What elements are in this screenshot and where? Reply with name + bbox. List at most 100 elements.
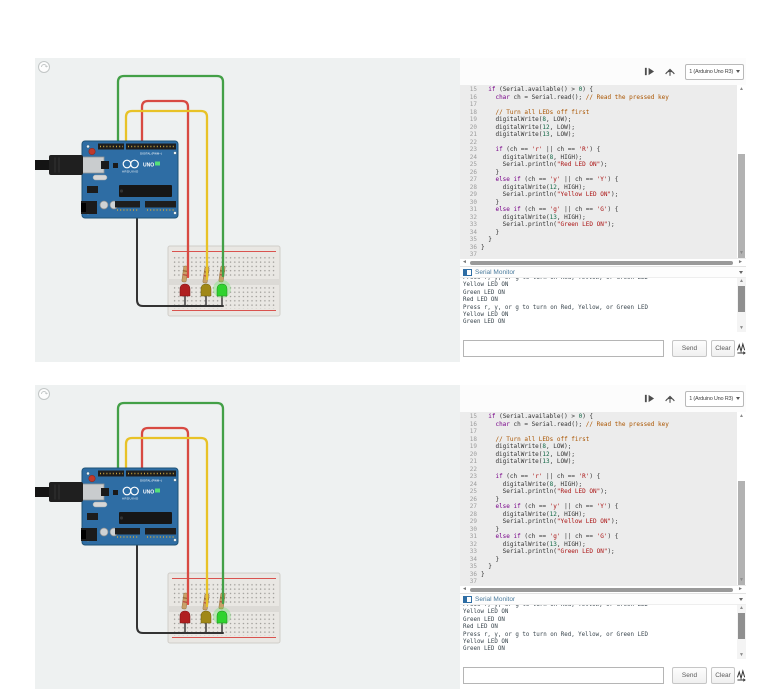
serial-scrollbar-thumb[interactable]: [738, 286, 745, 312]
code-line[interactable]: 31 else if (ch == 'g' || ch == 'G') {: [460, 206, 737, 214]
send-button[interactable]: Send: [672, 667, 707, 684]
code-line[interactable]: 32 digitalWrite(13, HIGH);: [460, 541, 737, 549]
graph-toggle-button[interactable]: [736, 342, 746, 355]
serial-input[interactable]: [463, 340, 664, 357]
code-line[interactable]: 20 digitalWrite(12, LOW);: [460, 124, 737, 132]
code-line[interactable]: 22: [460, 466, 737, 474]
code-line[interactable]: 23 if (ch == 'r' || ch == 'R') {: [460, 473, 737, 481]
clear-button[interactable]: Clear: [711, 340, 735, 357]
code-line[interactable]: 25 Serial.println("Red LED ON");: [460, 161, 737, 169]
code-line[interactable]: 27 else if (ch == 'y' || ch == 'Y') {: [460, 503, 737, 511]
rotate-icon[interactable]: [37, 387, 51, 401]
code-line[interactable]: 25 Serial.println("Red LED ON");: [460, 488, 737, 496]
circuit-canvas[interactable]: DIGITAL (PWM~) UNO ARDUINO: [35, 58, 460, 362]
editor-hscrollbar-thumb[interactable]: [470, 587, 733, 592]
code-line[interactable]: 33 Serial.println("Green LED ON");: [460, 548, 737, 556]
code-line[interactable]: 30 }: [460, 199, 737, 207]
editor-hscrollbar[interactable]: ◄ ►: [460, 585, 746, 593]
red-led[interactable]: [179, 283, 191, 297]
send-button[interactable]: Send: [672, 340, 707, 357]
arduino-board[interactable]: DIGITAL (PWM~) UNO ARDUINO: [78, 467, 179, 546]
serial-scroll-down-icon[interactable]: ▼: [737, 653, 746, 658]
upload-button[interactable]: [664, 66, 676, 78]
code-line[interactable]: 16 char ch = Serial.read(); // Read the …: [460, 421, 737, 429]
serial-collapse-icon[interactable]: [739, 270, 743, 274]
code-editor[interactable]: 15 if (Serial.available() > 0) {16 char …: [460, 412, 746, 585]
code-line[interactable]: 23 if (ch == 'r' || ch == 'R') {: [460, 146, 737, 154]
scroll-right-icon[interactable]: ►: [738, 259, 743, 266]
code-editor[interactable]: 15 if (Serial.available() > 0) {16 char …: [460, 85, 746, 258]
scroll-left-icon[interactable]: ◄: [462, 259, 467, 266]
code-line[interactable]: 21 digitalWrite(13, LOW);: [460, 458, 737, 466]
code-line[interactable]: 27 else if (ch == 'y' || ch == 'Y') {: [460, 176, 737, 184]
code-line[interactable]: 16 char ch = Serial.read(); // Read the …: [460, 94, 737, 102]
code-line[interactable]: 22: [460, 139, 737, 147]
serial-scroll-up-icon[interactable]: ▲: [737, 606, 746, 611]
reset-button[interactable]: [88, 475, 96, 483]
green-led[interactable]: [216, 283, 228, 297]
code-line[interactable]: 19 digitalWrite(8, LOW);: [460, 116, 737, 124]
code-line[interactable]: 15 if (Serial.available() > 0) {: [460, 86, 737, 94]
red-led[interactable]: [179, 610, 191, 624]
debug-step-button[interactable]: [643, 66, 655, 78]
scroll-up-icon[interactable]: ▲: [737, 87, 746, 92]
code-line[interactable]: 37: [460, 251, 737, 258]
clear-button[interactable]: Clear: [711, 667, 735, 684]
code-line[interactable]: 30 }: [460, 526, 737, 534]
editor-scrollbar[interactable]: ▲ ▼: [737, 85, 746, 258]
code-line[interactable]: 28 digitalWrite(12, HIGH);: [460, 184, 737, 192]
debug-step-button[interactable]: [643, 393, 655, 405]
editor-scrollbar-thumb[interactable]: [738, 154, 745, 258]
reset-button[interactable]: [88, 148, 96, 156]
serial-monitor-header[interactable]: Serial Monitor: [460, 593, 746, 605]
code-line[interactable]: 26 }: [460, 496, 737, 504]
serial-scroll-up-icon[interactable]: ▲: [737, 279, 746, 284]
scroll-right-icon[interactable]: ►: [738, 586, 743, 593]
serial-monitor-header[interactable]: Serial Monitor: [460, 266, 746, 278]
yellow-led[interactable]: [200, 610, 212, 624]
board-select-dropdown[interactable]: 1 (Arduino Uno R3): [685, 63, 744, 80]
code-line[interactable]: 34 }: [460, 556, 737, 564]
usb-cable[interactable]: [35, 482, 83, 502]
upload-button[interactable]: [664, 393, 676, 405]
arduino-board[interactable]: DIGITAL (PWM~) UNO ARDUINO: [78, 140, 179, 219]
code-line[interactable]: 15 if (Serial.available() > 0) {: [460, 413, 737, 421]
code-line[interactable]: 24 digitalWrite(8, HIGH);: [460, 481, 737, 489]
code-line[interactable]: 34 }: [460, 229, 737, 237]
scroll-down-icon[interactable]: ▼: [737, 251, 746, 256]
editor-hscrollbar-thumb[interactable]: [470, 260, 733, 265]
serial-scrollbar-thumb[interactable]: [738, 613, 745, 639]
serial-collapse-icon[interactable]: [739, 597, 743, 601]
rotate-icon[interactable]: [37, 60, 51, 74]
code-line[interactable]: 21 digitalWrite(13, LOW);: [460, 131, 737, 139]
scroll-down-icon[interactable]: ▼: [737, 578, 746, 583]
code-line[interactable]: 17: [460, 101, 737, 109]
code-line[interactable]: 29 Serial.println("Yellow LED ON");: [460, 191, 737, 199]
code-line[interactable]: 31 else if (ch == 'g' || ch == 'G') {: [460, 533, 737, 541]
code-line[interactable]: 37: [460, 578, 737, 585]
scroll-up-icon[interactable]: ▲: [737, 414, 746, 419]
code-line[interactable]: 17: [460, 428, 737, 436]
serial-scrollbar[interactable]: ▲ ▼: [737, 605, 746, 659]
code-line[interactable]: 32 digitalWrite(13, HIGH);: [460, 214, 737, 222]
editor-scrollbar-thumb[interactable]: [738, 481, 745, 585]
code-line[interactable]: 20 digitalWrite(12, LOW);: [460, 451, 737, 459]
code-line[interactable]: 18 // Turn all LEDs off first: [460, 436, 737, 444]
graph-toggle-button[interactable]: [736, 669, 746, 682]
circuit-canvas[interactable]: DIGITAL (PWM~) UNO ARDUINO: [35, 385, 460, 689]
code-line[interactable]: 35 }: [460, 236, 737, 244]
code-line[interactable]: 35 }: [460, 563, 737, 571]
usb-cable[interactable]: [35, 155, 83, 175]
code-line[interactable]: 18 // Turn all LEDs off first: [460, 109, 737, 117]
code-line[interactable]: 29 Serial.println("Yellow LED ON");: [460, 518, 737, 526]
code-line[interactable]: 36}: [460, 571, 737, 579]
code-line[interactable]: 28 digitalWrite(12, HIGH);: [460, 511, 737, 519]
code-line[interactable]: 24 digitalWrite(8, HIGH);: [460, 154, 737, 162]
editor-hscrollbar[interactable]: ◄ ►: [460, 258, 746, 266]
serial-scroll-down-icon[interactable]: ▼: [737, 326, 746, 331]
code-line[interactable]: 19 digitalWrite(8, LOW);: [460, 443, 737, 451]
code-line[interactable]: 26 }: [460, 169, 737, 177]
yellow-led[interactable]: [200, 283, 212, 297]
board-select-dropdown[interactable]: 1 (Arduino Uno R3): [685, 390, 744, 407]
editor-scrollbar[interactable]: ▲ ▼: [737, 412, 746, 585]
